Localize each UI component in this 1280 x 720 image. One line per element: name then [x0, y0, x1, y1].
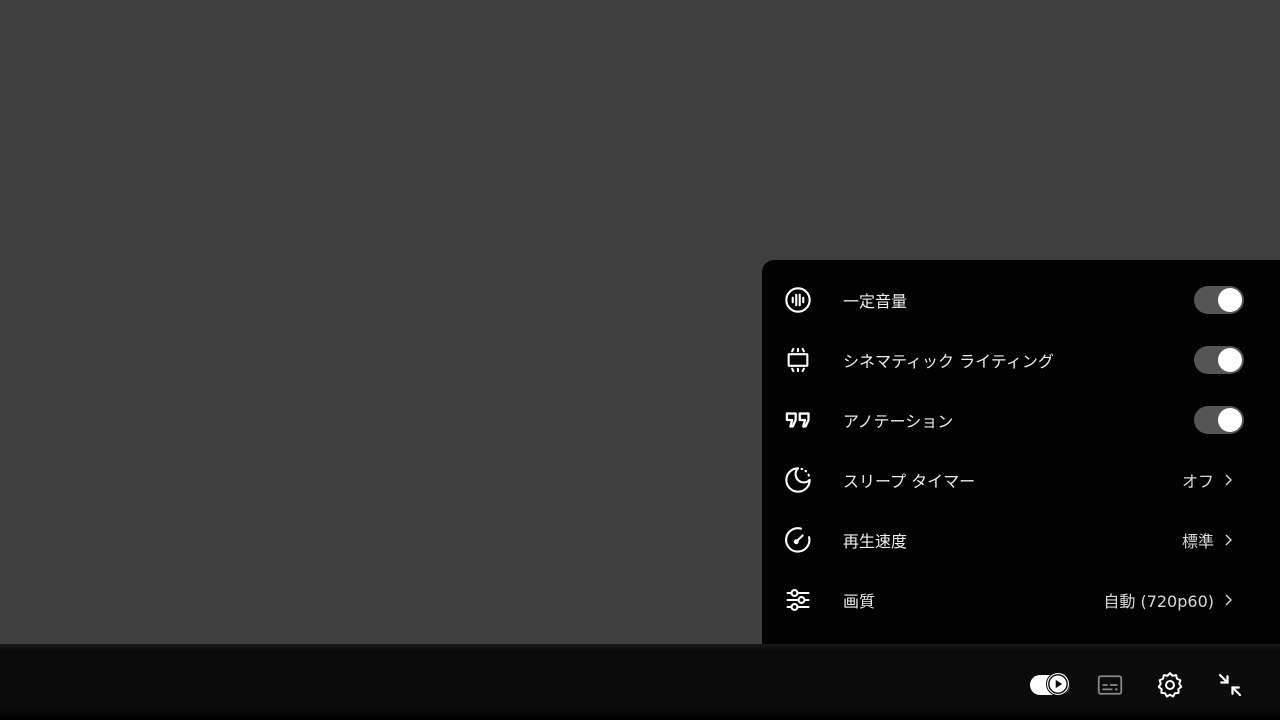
- menu-item-quality[interactable]: 画質 自動 (720p60): [762, 570, 1280, 630]
- annotations-toggle[interactable]: [1194, 406, 1244, 434]
- menu-item-label: 一定音量: [843, 292, 908, 311]
- menu-item-annotations[interactable]: アノテーション: [762, 390, 1280, 450]
- exit-fullscreen-icon: [1218, 673, 1242, 697]
- annotations-icon: [782, 404, 814, 436]
- subtitles-icon: [1097, 675, 1123, 695]
- menu-item-playback-speed[interactable]: 再生速度 標準: [762, 510, 1280, 570]
- autoplay-play-icon: [1046, 672, 1070, 696]
- subtitles-button[interactable]: [1090, 665, 1130, 705]
- ambient-mode-icon: [782, 344, 814, 376]
- menu-item-label: シネマティック ライティング: [843, 352, 1054, 371]
- menu-item-label: アノテーション: [843, 412, 954, 431]
- menu-item-label: スリープ タイマー: [843, 472, 976, 491]
- menu-item-sleep-timer[interactable]: スリープ タイマー オフ: [762, 450, 1280, 510]
- sleep-timer-icon: [782, 464, 814, 496]
- menu-item-stable-volume[interactable]: 一定音量: [762, 270, 1280, 330]
- chevron-right-icon: [1225, 534, 1232, 546]
- menu-item-label: 再生速度: [843, 532, 908, 551]
- stable-volume-toggle[interactable]: [1194, 286, 1244, 314]
- toggle-knob: [1218, 408, 1242, 432]
- settings-button[interactable]: [1150, 665, 1190, 705]
- toggle-knob: [1218, 348, 1242, 372]
- player-controls-bar: [0, 644, 1280, 720]
- gear-icon: [1157, 672, 1183, 698]
- autoplay-toggle[interactable]: [1030, 672, 1070, 698]
- playback-speed-icon: [782, 524, 814, 556]
- menu-item-value: 標準: [1181, 532, 1214, 551]
- ambient-mode-toggle[interactable]: [1194, 346, 1244, 374]
- menu-item-ambient-mode[interactable]: シネマティック ライティング: [762, 330, 1280, 390]
- menu-item-value: オフ: [1181, 472, 1214, 491]
- menu-item-label: 画質: [843, 592, 876, 611]
- quality-icon: [782, 584, 814, 616]
- chevron-right-icon: [1225, 594, 1232, 606]
- chevron-right-icon: [1225, 474, 1232, 486]
- toggle-knob: [1218, 288, 1242, 312]
- exit-fullscreen-button[interactable]: [1210, 665, 1250, 705]
- settings-menu: 一定音量 シネマティック ライティング アノテーション スリープ タイマー オフ…: [762, 260, 1280, 644]
- menu-item-value: 自動 (720p60): [1103, 592, 1214, 611]
- stable-volume-icon: [782, 284, 814, 316]
